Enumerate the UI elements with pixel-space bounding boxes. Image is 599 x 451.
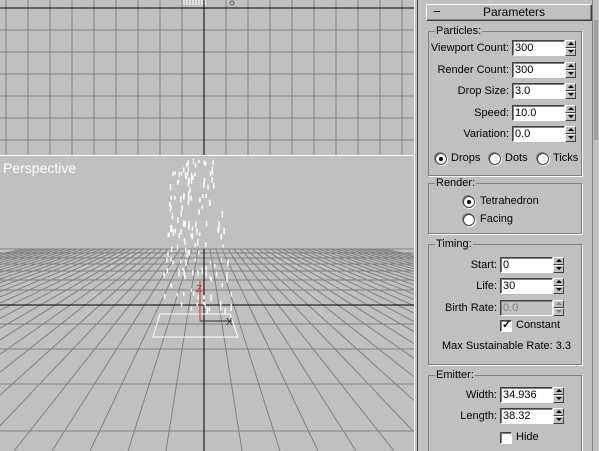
parameters-rollout-header[interactable]: − Parameters — [426, 4, 592, 21]
birth-rate-row: Birth Rate: 0.0 — [429, 299, 581, 317]
constant-label: Constant — [516, 319, 561, 331]
facing-radio[interactable] — [463, 214, 475, 226]
z-axis-label: Z — [196, 284, 202, 295]
grid-line — [263, 248, 414, 345]
grid-line — [287, 248, 414, 307]
speed-spinner[interactable] — [565, 105, 576, 121]
viewport-count-label: Viewport Count: — [430, 42, 509, 54]
grid-line — [0, 248, 103, 288]
viewport-count-field[interactable]: 300 — [512, 40, 565, 56]
drop-size-row: Drop Size: 3.0 — [429, 82, 581, 100]
render-count-row: Render Count: 300 — [429, 61, 581, 79]
life-spinner[interactable] — [553, 278, 564, 294]
variation-label: Variation: — [463, 128, 509, 140]
start-field[interactable]: 0 — [500, 257, 553, 273]
grid-line — [0, 248, 97, 284]
birth-rate-label: Birth Rate: — [445, 302, 497, 314]
facing-label: Facing — [480, 213, 514, 225]
grid-line — [311, 248, 414, 286]
pivot-marker — [229, 0, 235, 6]
command-panel: − Parameters Particles: Viewport Count: … — [418, 0, 599, 451]
grid-line — [13, 248, 175, 451]
start-label: Start: — [470, 259, 497, 271]
speed-row: Speed: 10.0 — [429, 104, 581, 122]
constant-checkbox[interactable] — [500, 318, 512, 332]
top-viewport[interactable] — [0, 0, 414, 156]
emitter-group: Emitter: Width: 34.936 Length: 38.32 Hid… — [428, 369, 582, 451]
rollout-title: Parameters — [482, 5, 546, 19]
group-title: Emitter: — [435, 369, 475, 381]
drop-size-field[interactable]: 3.0 — [512, 83, 565, 99]
width-row: Width: 34.936 — [429, 386, 581, 404]
grid-line — [51, 248, 181, 451]
life-field[interactable]: 30 — [500, 278, 553, 294]
tetrahedron-label: Tetrahedron — [480, 195, 539, 207]
variation-row: Variation: 0.0 — [429, 125, 581, 143]
viewport-count-row: Viewport Count: 300 — [429, 39, 581, 57]
grid-line — [365, 248, 414, 261]
panel-scrollbar[interactable] — [592, 0, 599, 451]
grid-line — [353, 248, 414, 265]
viewport-label[interactable]: Perspective — [3, 160, 76, 176]
length-spinner[interactable] — [553, 408, 564, 424]
viewport-count-spinner[interactable] — [565, 40, 576, 56]
ticks-radio[interactable] — [537, 153, 549, 165]
max-sustainable-rate-text: Max Sustainable Rate: 3.3 — [442, 340, 572, 352]
particles-group: Particles: Viewport Count: 300 Render Co… — [428, 25, 582, 176]
width-label: Width: — [465, 389, 497, 401]
life-row: Life: 30 — [429, 277, 581, 295]
drop-size-spinner[interactable] — [565, 83, 576, 99]
variation-field[interactable]: 0.0 — [512, 126, 565, 142]
perspective-viewport-grid: ZX — [0, 159, 414, 451]
tetrahedron-radio[interactable] — [463, 196, 475, 208]
render-count-spinner[interactable] — [565, 62, 576, 78]
birth-rate-field: 0.0 — [500, 300, 553, 316]
grid-line — [233, 248, 395, 451]
drops-radio[interactable] — [435, 153, 447, 165]
grid-line — [0, 248, 157, 373]
render-count-field[interactable]: 300 — [512, 62, 565, 78]
perspective-viewport[interactable]: ZX Perspective — [0, 159, 414, 451]
grid-line — [0, 248, 91, 280]
hide-label: Hide — [516, 431, 539, 443]
drops-label: Drops — [451, 152, 481, 164]
length-field[interactable]: 38.32 — [500, 408, 553, 424]
render-count-label: Render Count: — [437, 64, 509, 76]
hide-checkbox[interactable] — [500, 432, 512, 444]
grid-line — [0, 248, 121, 304]
width-field[interactable]: 34.936 — [500, 387, 553, 403]
birth-rate-spinner — [553, 300, 564, 316]
length-label: Length: — [460, 410, 497, 422]
grid-line — [0, 248, 169, 427]
grid-line — [0, 248, 79, 273]
variation-spinner[interactable] — [565, 126, 576, 142]
dots-radio[interactable] — [489, 153, 501, 165]
ticks-label: Ticks — [553, 152, 579, 164]
grid-line — [227, 248, 357, 451]
start-row: Start: 0 — [429, 256, 581, 274]
grid-line — [323, 248, 414, 278]
dots-label: Dots — [505, 152, 528, 164]
life-label: Life: — [476, 280, 497, 292]
render-group: Render: Tetrahedron Facing — [428, 177, 582, 234]
length-row: Length: 38.32 — [429, 407, 581, 425]
drop-size-label: Drop Size: — [457, 85, 509, 97]
group-title: Timing: — [435, 238, 473, 250]
top-viewport-grid — [0, 0, 414, 155]
scrollbar-thumb[interactable] — [594, 20, 598, 140]
start-spinner[interactable] — [553, 257, 564, 273]
group-title: Particles: — [435, 25, 483, 37]
speed-label: Speed: — [474, 107, 509, 119]
x-axis-label: X — [226, 317, 233, 328]
group-title: Render: — [435, 177, 477, 189]
speed-field[interactable]: 10.0 — [512, 105, 565, 121]
width-spinner[interactable] — [553, 387, 564, 403]
collapse-icon: − — [433, 4, 441, 19]
timing-group: Timing: Start: 0 Life: 30 Birth Rate: 0.… — [428, 238, 582, 365]
